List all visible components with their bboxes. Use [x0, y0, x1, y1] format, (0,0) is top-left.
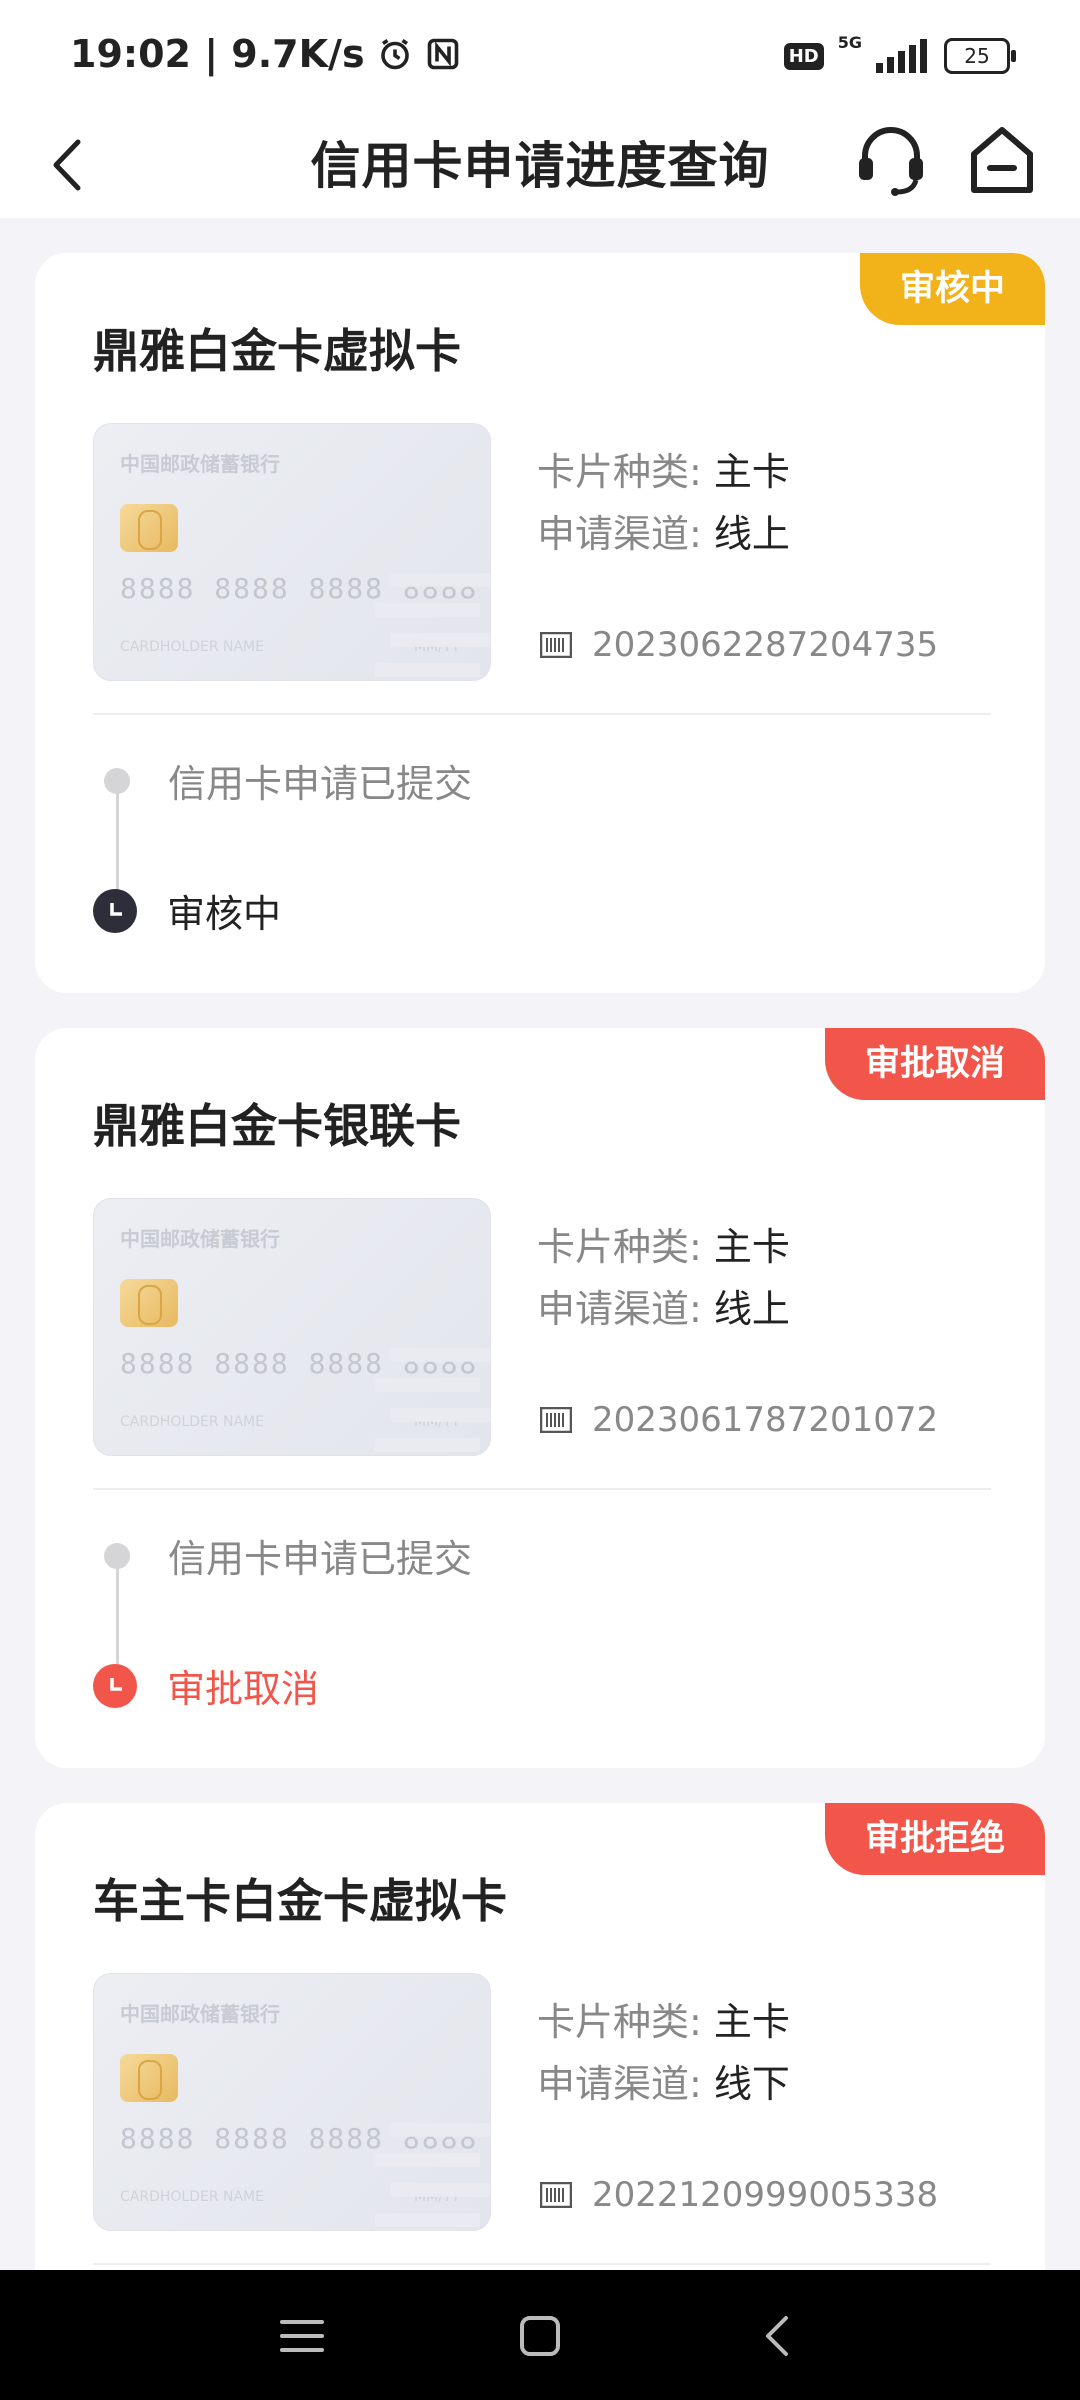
- barcode-icon: [540, 1407, 572, 1433]
- status-left: 19:02 | 9.7K/s: [70, 32, 461, 76]
- application-card[interactable]: 审批拒绝 车主卡白金卡虚拟卡 中国邮政储蓄银行 8888 8888 8888 8…: [35, 1803, 1045, 2323]
- headset-icon: [859, 127, 923, 196]
- channel-value: 线上: [713, 512, 790, 556]
- divider: [93, 1488, 991, 1490]
- step-text: 信用卡申请已提交: [168, 762, 473, 806]
- step-text: 审批取消: [167, 1667, 320, 1711]
- card-type-row: 卡片种类: 主卡: [537, 1216, 790, 1271]
- application-card[interactable]: 审批取消 鼎雅白金卡银联卡 中国邮政储蓄银行 8888 8888 8888 88…: [35, 1028, 1045, 1768]
- chip-icon: [120, 2054, 178, 2102]
- status-badge: 审核中: [859, 253, 1045, 325]
- timeline-dot: [104, 1542, 130, 1569]
- card-bank-name: 中国邮政储蓄银行: [120, 1227, 280, 1251]
- barcode-icon: [540, 2182, 572, 2208]
- nfc-icon: [427, 38, 458, 70]
- square-icon: [520, 2316, 560, 2356]
- menu-button[interactable]: [274, 2308, 330, 2364]
- customer-service-button[interactable]: [855, 122, 927, 198]
- cardholder-label: CARDHOLDER NAME: [120, 2189, 264, 2205]
- hd-badge: HD: [783, 42, 824, 70]
- card-bank-name: 中国邮政储蓄银行: [120, 2002, 280, 2026]
- card-product-name: 鼎雅白金卡虚拟卡: [93, 324, 461, 378]
- status-right: HD 5G 25: [783, 33, 1016, 74]
- application-number-row: 2023061787201072: [540, 1400, 938, 1440]
- channel-label: 申请渠道:: [537, 1287, 714, 1331]
- menu-icon: [280, 2320, 324, 2352]
- timeline-dot: [104, 767, 130, 794]
- bank-logo-watermark: [375, 573, 490, 677]
- channel-label: 申请渠道:: [537, 2062, 714, 2106]
- card-bank-name: 中国邮政储蓄银行: [120, 452, 280, 476]
- channel-value: 线上: [713, 1287, 790, 1331]
- application-number: 2023061787201072: [592, 1400, 939, 1440]
- timeline-step-current: 审核中: [93, 883, 281, 938]
- bank-logo-watermark: [375, 2123, 490, 2227]
- channel-row: 申请渠道: 线上: [537, 503, 790, 558]
- system-nav-bar: [0, 2270, 1080, 2400]
- timeline-step-submitted: 信用卡申请已提交: [93, 1528, 472, 1583]
- card-image: 中国邮政储蓄银行 8888 8888 8888 8888 CARDHOLDER …: [93, 423, 491, 681]
- card-type-label: 卡片种类:: [537, 1225, 714, 1269]
- barcode-icon: [540, 632, 572, 658]
- application-number: 2023062287204735: [592, 625, 939, 665]
- application-number-row: 2023062287204735: [540, 625, 938, 665]
- triangle-back-icon: [766, 2316, 788, 2356]
- application-card[interactable]: 审核中 鼎雅白金卡虚拟卡 中国邮政储蓄银行 8888 8888 8888 888…: [35, 253, 1045, 993]
- network-type: 5G: [837, 32, 862, 52]
- channel-value: 线下: [713, 2062, 790, 2106]
- channel-label: 申请渠道:: [537, 512, 714, 556]
- back-nav-button[interactable]: [750, 2308, 806, 2364]
- timeline-step-submitted: 信用卡申请已提交: [93, 753, 472, 808]
- card-type-row: 卡片种类: 主卡: [537, 441, 790, 496]
- home-nav-button[interactable]: [512, 2308, 568, 2364]
- application-number: 2022120999005338: [592, 2175, 939, 2215]
- battery-icon: 25: [944, 38, 1016, 74]
- card-type-value: 主卡: [713, 2000, 790, 2044]
- card-type-label: 卡片种类:: [537, 450, 714, 494]
- divider: [93, 2263, 991, 2265]
- card-type-value: 主卡: [713, 1225, 790, 1269]
- status-badge: 审批拒绝: [824, 1803, 1045, 1875]
- clock-icon: [93, 1663, 137, 1708]
- timeline-step-current: 审批取消: [93, 1658, 319, 1713]
- chip-icon: [120, 1279, 178, 1327]
- status-bar: 19:02 | 9.7K/s HD 5G 25: [0, 0, 1080, 110]
- cardholder-label: CARDHOLDER NAME: [120, 1414, 264, 1430]
- channel-row: 申请渠道: 线下: [537, 2053, 790, 2108]
- status-badge: 审批取消: [824, 1028, 1045, 1100]
- card-image: 中国邮政储蓄银行 8888 8888 8888 8888 CARDHOLDER …: [93, 1198, 491, 1456]
- cardholder-label: CARDHOLDER NAME: [120, 639, 264, 655]
- alarm-icon: [380, 39, 409, 70]
- signal-icon: [876, 39, 927, 73]
- home-icon: [971, 127, 1033, 193]
- application-number-row: 2022120999005338: [540, 2175, 938, 2215]
- channel-row: 申请渠道: 线上: [537, 1278, 790, 1333]
- clock-icon: [93, 888, 137, 933]
- card-type-label: 卡片种类:: [537, 2000, 714, 2044]
- app-header: 信用卡申请进度查询: [0, 110, 1080, 218]
- card-product-name: 鼎雅白金卡银联卡: [93, 1099, 461, 1153]
- divider: [93, 713, 991, 715]
- bank-logo-watermark: [375, 1348, 490, 1452]
- card-type-value: 主卡: [713, 450, 790, 494]
- card-type-row: 卡片种类: 主卡: [537, 1991, 790, 2046]
- card-product-name: 车主卡白金卡虚拟卡: [93, 1874, 507, 1928]
- home-button[interactable]: [968, 120, 1036, 198]
- step-text: 信用卡申请已提交: [168, 1537, 473, 1581]
- time-speed: 19:02 | 9.7K/s: [70, 32, 365, 76]
- chip-icon: [120, 504, 178, 552]
- card-image: 中国邮政储蓄银行 8888 8888 8888 8888 CARDHOLDER …: [93, 1973, 491, 2231]
- step-text: 审核中: [167, 892, 282, 936]
